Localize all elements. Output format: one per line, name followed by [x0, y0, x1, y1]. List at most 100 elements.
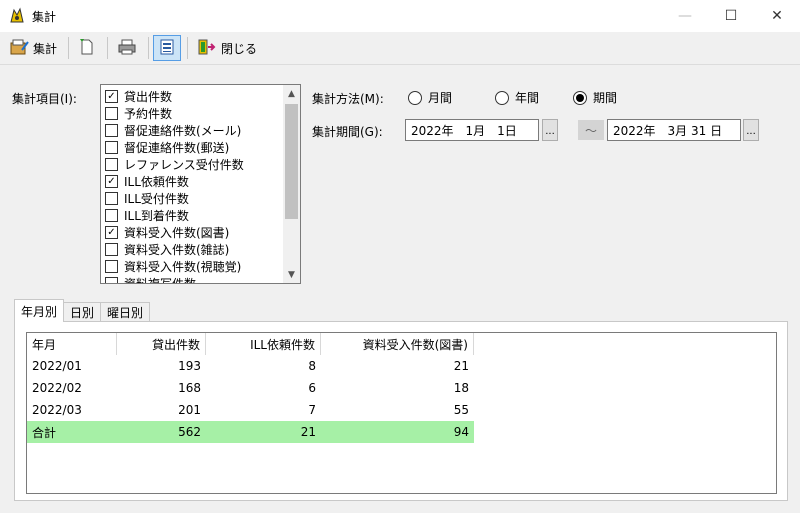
aggregate-button[interactable]: 集計 [4, 35, 62, 61]
checklist-item-label: ILL受付件数 [124, 192, 189, 206]
results-table: 年月 貸出件数 ILL依頼件数 資料受入件数(図書) 2022/01 193 8… [26, 332, 777, 494]
aggregate-icon [9, 38, 29, 59]
app-icon [8, 7, 26, 25]
toolbar: 集計 閉じる [0, 32, 800, 65]
checklist-item[interactable]: 予約件数 [101, 105, 283, 122]
title-bar: 集計 — ☐ ✕ [0, 0, 800, 32]
checklist-item-label: 督促連絡件数(郵送) [124, 141, 230, 155]
table-cell: 2022/01 [32, 359, 82, 373]
checkbox-icon[interactable] [105, 124, 118, 137]
toolbar-separator [187, 37, 189, 59]
checklist-item-label: ILL依頼件数 [124, 175, 189, 189]
items-checklist[interactable]: ✓ 貸出件数予約件数 督促連絡件数(メール) 督促連絡件数(郵送) レファレンス受付件数… [100, 84, 301, 284]
table-cell: 2022/02 [32, 381, 82, 395]
close-window-button[interactable]: ✕ [754, 0, 800, 32]
close-label: 閉じる [221, 41, 258, 56]
table-cell: 193 [178, 359, 201, 373]
table-cell: 562 [178, 425, 201, 439]
checked-checkbox-icon[interactable]: ✓ [105, 90, 118, 103]
aggregate-label: 集計 [33, 41, 58, 56]
checklist-item-label: 資料受入件数(雑誌) [124, 243, 230, 257]
table-row[interactable]: 2022/01 193 8 21 [27, 355, 474, 377]
checklist-item[interactable]: ILL受付件数 [101, 190, 283, 207]
table-cell: 6 [308, 381, 316, 395]
checklist-item[interactable]: ILL到着件数 [101, 207, 283, 224]
table-total-row[interactable]: 合計 562 21 94 [27, 421, 474, 443]
checklist-item[interactable]: ✓ 資料受入件数(図書) [101, 224, 283, 241]
date-to-picker-button[interactable]: ... [743, 119, 759, 141]
checklist-item[interactable]: ✓ ILL依頼件数 [101, 173, 283, 190]
tab-year-month[interactable]: 年月別 [14, 299, 65, 322]
table-cell: 94 [453, 425, 469, 439]
checklist-item-label: 資料受入件数(図書) [124, 226, 230, 240]
scroll-up-icon[interactable]: ▲ [283, 85, 300, 102]
close-button[interactable]: 閉じる [192, 35, 262, 61]
method-radio-yearly[interactable]: 年間 [495, 89, 539, 106]
table-cell: 8 [308, 359, 316, 373]
checkbox-icon[interactable] [105, 243, 118, 256]
radio-label: 期間 [593, 91, 618, 105]
table-cell: 21 [453, 359, 469, 373]
checklist-item[interactable]: ✓ 貸出件数 [101, 88, 283, 105]
checkbox-icon[interactable] [105, 277, 118, 283]
minimize-button[interactable]: — [662, 0, 708, 32]
checklist-item-label: 資料複写件数 [124, 277, 197, 284]
items-label: 集計項目(I): [12, 92, 77, 106]
table-view-icon [158, 38, 176, 59]
checklist-item[interactable]: 資料受入件数(雑誌) [101, 241, 283, 258]
checklist-item-label: レファレンス受付件数 [124, 158, 244, 172]
table-cell: 55 [453, 403, 469, 417]
checklist-item-label: ILL到着件数 [124, 209, 189, 223]
column-header[interactable]: 年月 [27, 333, 117, 355]
checklist-item[interactable]: 資料受入件数(視聴覚) [101, 258, 283, 275]
date-from-picker-button[interactable]: ... [542, 119, 558, 141]
print-button[interactable] [112, 35, 142, 61]
scroll-down-icon[interactable]: ▼ [283, 266, 300, 283]
table-header-row: 年月 貸出件数 ILL依頼件数 資料受入件数(図書) [27, 333, 474, 355]
toolbar-separator [107, 37, 109, 59]
exit-door-icon [197, 38, 217, 59]
column-header[interactable]: 資料受入件数(図書) [321, 333, 474, 355]
toolbar-separator [68, 37, 70, 59]
toolbar-separator [148, 37, 150, 59]
checklist-item-label: 貸出件数 [124, 90, 173, 104]
date-from-field[interactable]: 2022年 1月 1日 [405, 119, 539, 141]
tab-strip: 年月別 日別 曜日別 [14, 299, 151, 322]
checkbox-icon[interactable] [105, 141, 118, 154]
scroll-thumb[interactable] [285, 104, 298, 219]
checklist-item[interactable]: 督促連絡件数(郵送) [101, 139, 283, 156]
date-to-field[interactable]: 2022年 3月 31 日 [607, 119, 741, 141]
checkbox-icon[interactable] [105, 209, 118, 222]
column-header[interactable]: ILL依頼件数 [206, 333, 321, 355]
tilde-separator: ～ [578, 120, 604, 140]
checkbox-icon[interactable] [105, 158, 118, 171]
checkbox-icon[interactable] [105, 192, 118, 205]
checked-checkbox-icon[interactable]: ✓ [105, 226, 118, 239]
period-label: 集計期間(G): [312, 125, 383, 139]
checkbox-icon[interactable] [105, 107, 118, 120]
checked-checkbox-icon[interactable]: ✓ [105, 175, 118, 188]
tab-day[interactable]: 日別 [63, 302, 102, 322]
table-cell: 168 [178, 381, 201, 395]
radio-circle [495, 90, 509, 105]
table-view-button[interactable] [153, 35, 182, 61]
radio-circle [408, 90, 422, 105]
table-cell: 21 [300, 425, 316, 439]
vertical-scrollbar[interactable]: ▲ ▼ [283, 85, 300, 283]
checklist-item[interactable]: 資料複写件数 [101, 275, 283, 284]
window-title: 集計 [32, 9, 57, 24]
new-document-button[interactable] [73, 35, 101, 61]
table-row[interactable]: 2022/03 201 7 55 [27, 399, 474, 421]
table-cell: 7 [308, 403, 316, 417]
checklist-item[interactable]: 督促連絡件数(メール) [101, 122, 283, 139]
checkbox-icon[interactable] [105, 260, 118, 273]
column-header[interactable]: 貸出件数 [117, 333, 206, 355]
tab-weekday[interactable]: 曜日別 [100, 302, 151, 322]
method-radio-period[interactable]: 期間 [573, 89, 617, 106]
table-cell: 18 [453, 381, 469, 395]
checklist-item-label: 予約件数 [124, 107, 173, 121]
maximize-button[interactable]: ☐ [708, 0, 754, 32]
checklist-item[interactable]: レファレンス受付件数 [101, 156, 283, 173]
table-row[interactable]: 2022/02 168 6 18 [27, 377, 474, 399]
method-radio-monthly[interactable]: 月間 [408, 89, 452, 106]
